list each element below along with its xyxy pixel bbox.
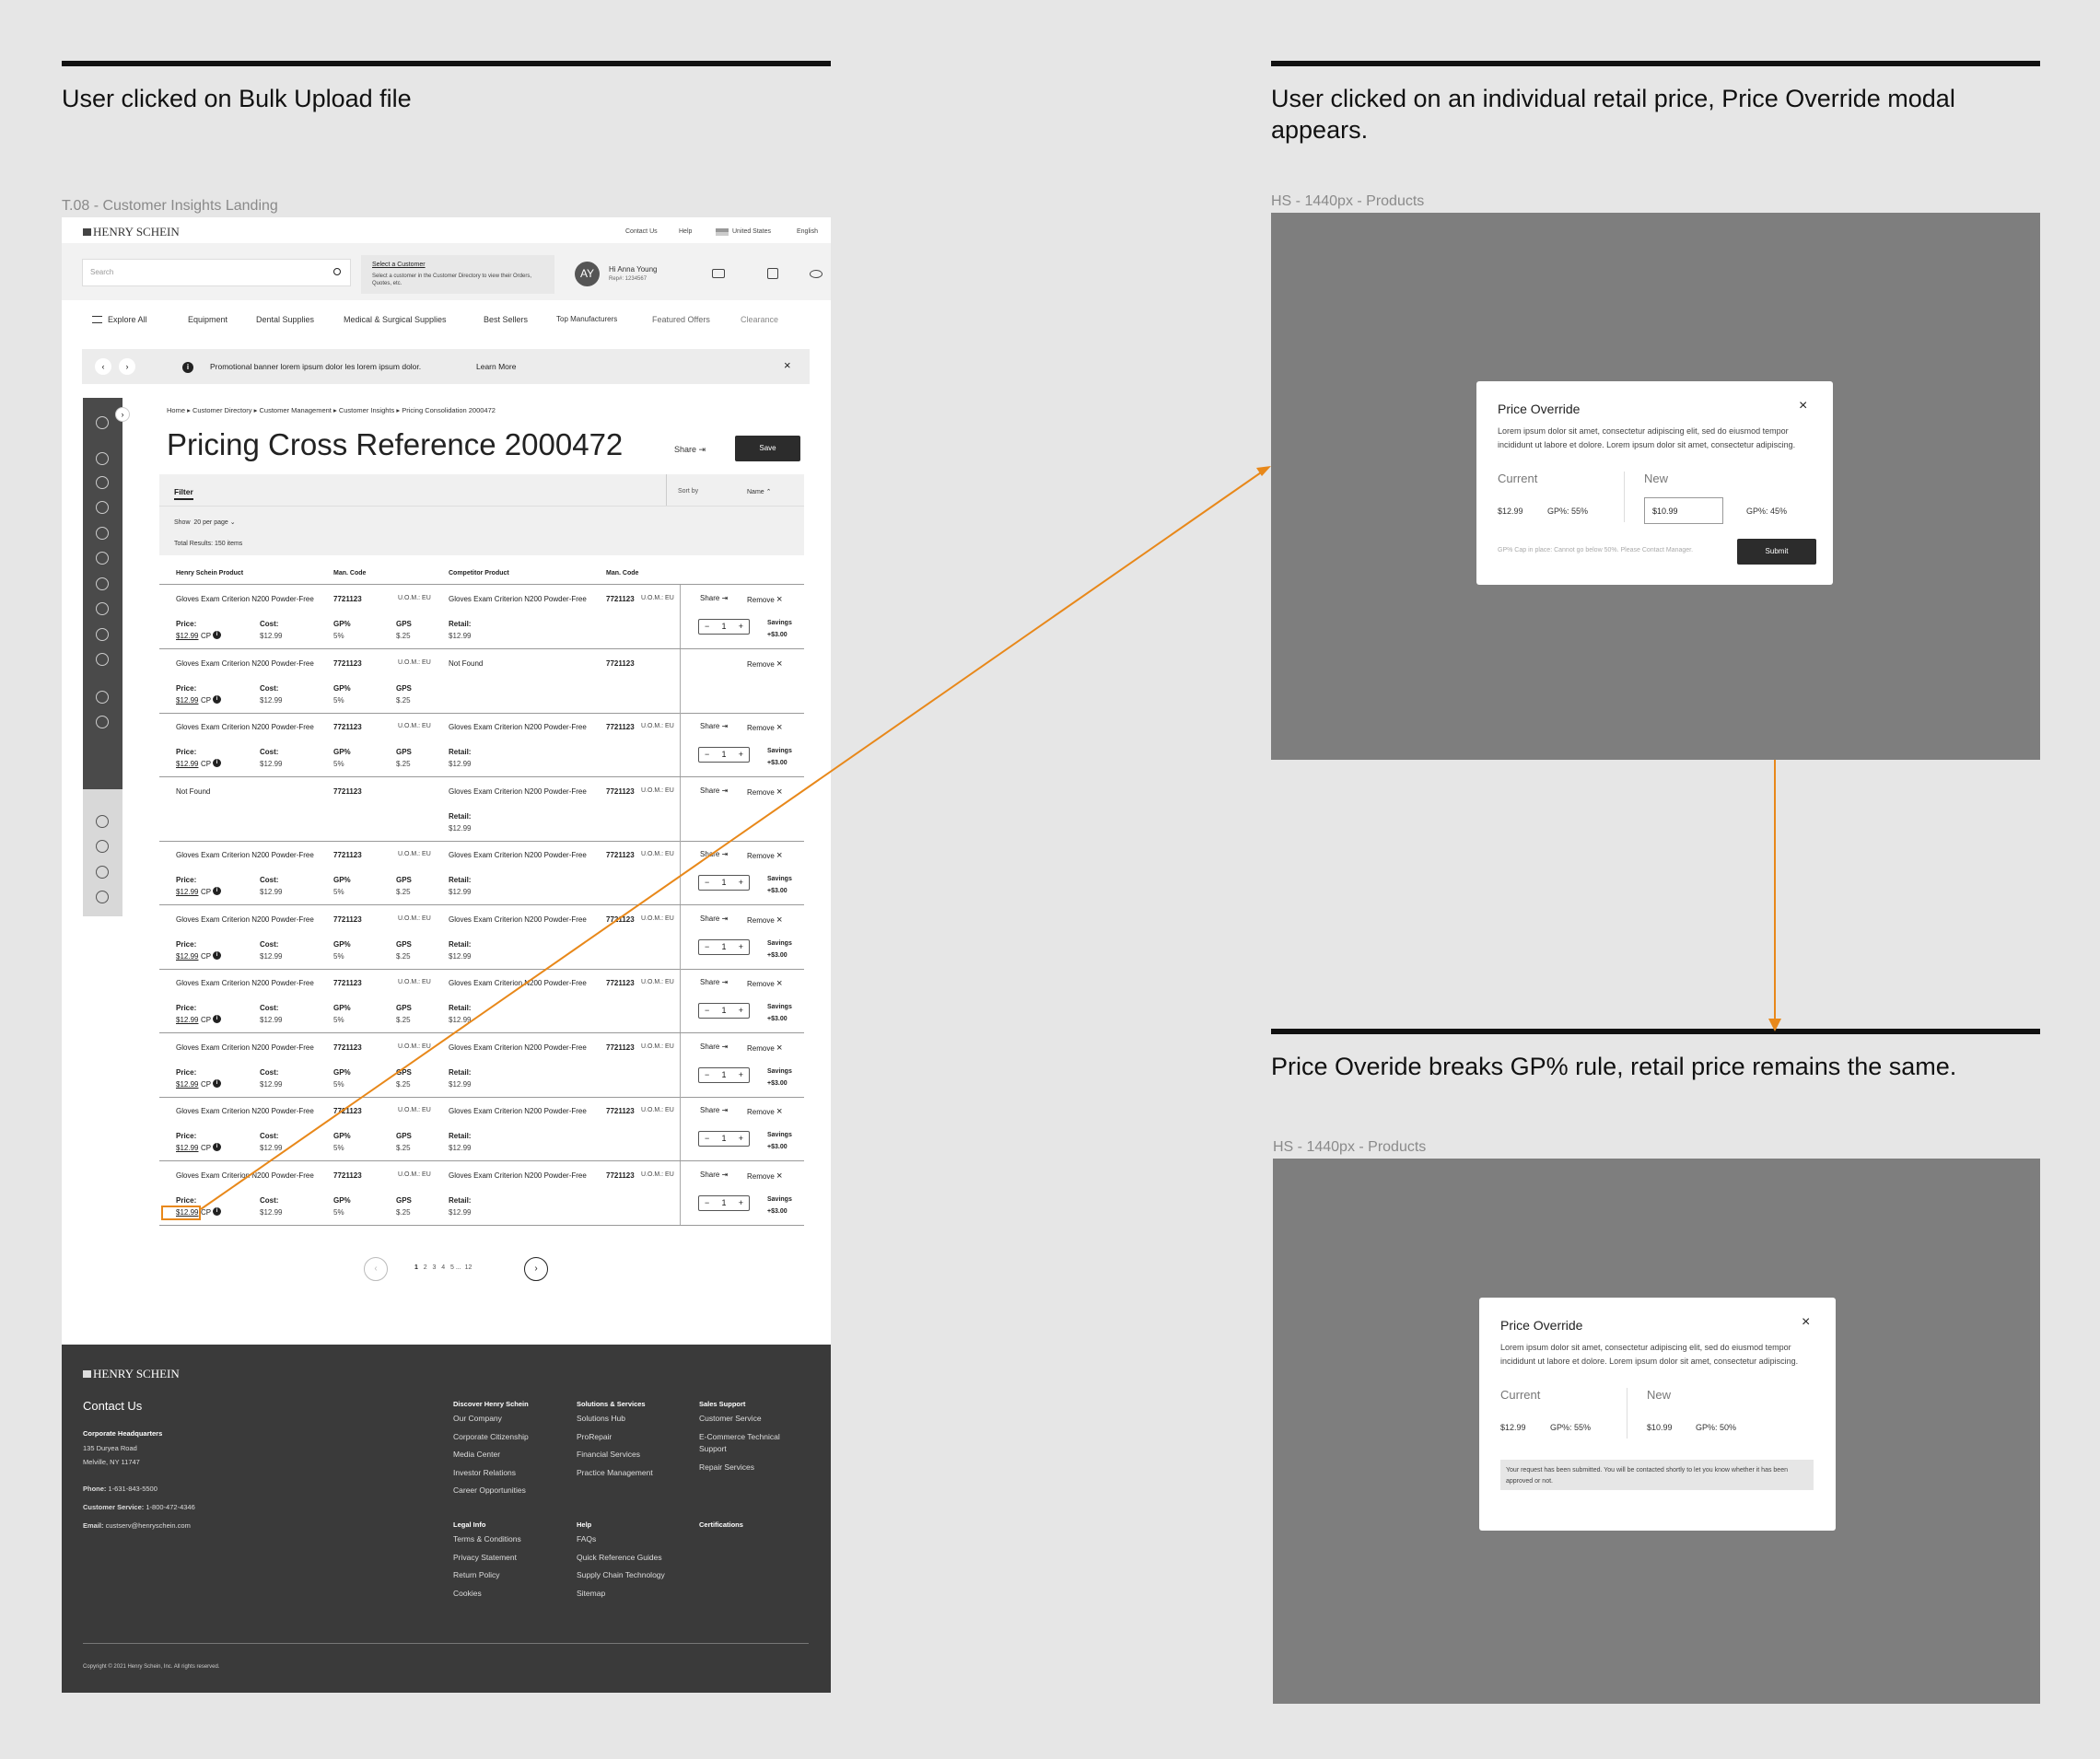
modal2-new-label: New xyxy=(1647,1388,1672,1402)
new-gp: GP%: 45% xyxy=(1746,507,1788,516)
modal-divider xyxy=(1624,472,1625,522)
price-override-result-modal: Price Override × Lorem ipsum dolor sit a… xyxy=(1479,1298,1836,1531)
submit-button[interactable]: Submit xyxy=(1737,539,1816,565)
arrow-head-2 xyxy=(1768,1019,1781,1031)
modal2-current-gp: GP%: 55% xyxy=(1550,1423,1592,1432)
new-label: New xyxy=(1644,472,1669,485)
modal2-close-icon[interactable]: × xyxy=(1802,1314,1810,1331)
modal2-current-label: Current xyxy=(1500,1388,1541,1402)
new-price-input[interactable]: $10.99 xyxy=(1644,497,1723,524)
gp-cap-note: GP% Cap in place: Cannot go below 50%. P… xyxy=(1498,547,1694,553)
modal2-current-price: $12.99 xyxy=(1500,1423,1526,1432)
modal2-description: Lorem ipsum dolor sit amet, consectetur … xyxy=(1500,1343,1799,1366)
modal-description: Lorem ipsum dolor sit amet, consectetur … xyxy=(1498,426,1796,449)
modal2-new-gp: GP%: 50% xyxy=(1696,1423,1737,1432)
modal2-divider xyxy=(1627,1388,1628,1439)
current-label: Current xyxy=(1498,472,1538,485)
modal-close-icon[interactable]: × xyxy=(1799,398,1807,414)
modal-title: Price Override xyxy=(1498,402,1581,416)
arrow-to-modal xyxy=(200,470,1265,1210)
modal2-new-price: $10.99 xyxy=(1647,1423,1673,1432)
price-override-modal: Price Override × Lorem ipsum dolor sit a… xyxy=(1476,381,1833,585)
current-gp: GP%: 55% xyxy=(1547,507,1589,516)
submitted-message: Your request has been submitted. You wil… xyxy=(1500,1460,1814,1490)
modal2-title: Price Override xyxy=(1500,1318,1583,1333)
current-price: $12.99 xyxy=(1498,507,1523,516)
